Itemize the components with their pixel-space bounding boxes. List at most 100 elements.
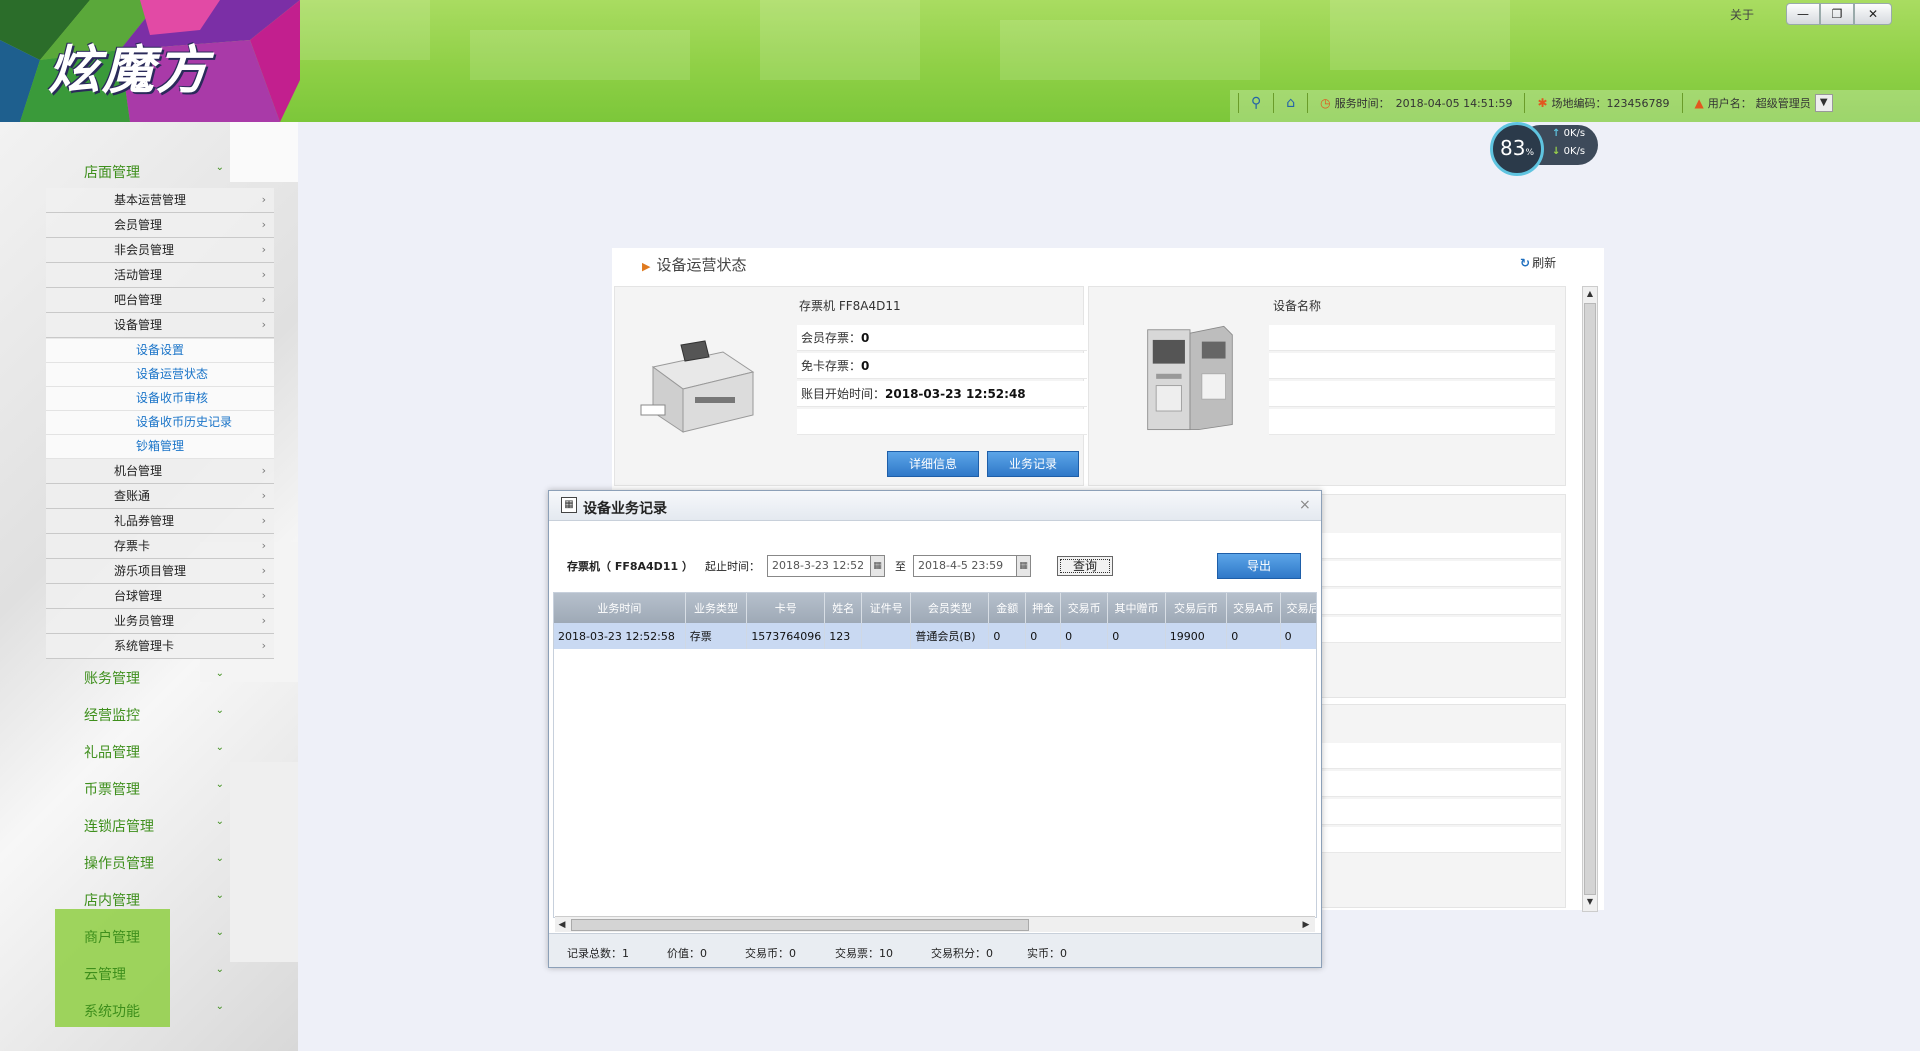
scroll-left-icon[interactable]: ◀	[555, 918, 569, 932]
menu-store-management[interactable]: 店面管理 ⌄	[84, 162, 224, 182]
scroll-up-icon[interactable]: ▲	[1584, 287, 1596, 301]
scroll-thumb[interactable]	[1584, 303, 1596, 895]
vertical-scrollbar[interactable]: ▲ ▼	[1582, 286, 1598, 912]
column-header[interactable]: 卡号	[746, 593, 826, 623]
caret-right-icon: ▶	[642, 260, 651, 273]
column-header[interactable]: 业务时间	[554, 593, 686, 623]
menu-in-store[interactable]: 店内管理 ⌄	[84, 890, 224, 910]
submenu-bar[interactable]: 吧台管理 ›	[46, 288, 274, 313]
service-time-label: 服务时间：	[1334, 97, 1390, 110]
minimize-button[interactable]: —	[1786, 3, 1820, 25]
column-header[interactable]: 会员类型	[910, 593, 990, 623]
submenu-non-member[interactable]: 非会员管理 ›	[46, 238, 274, 263]
column-header[interactable]: 交易A币	[1226, 593, 1281, 623]
clock-icon: ◷	[1320, 96, 1331, 110]
submenu-basic-operation[interactable]: 基本运营管理 ›	[46, 188, 274, 213]
column-header[interactable]: 证件号	[861, 593, 912, 623]
submenu-device-status[interactable]: 设备运营状态	[46, 363, 274, 387]
menu-label: 云管理	[84, 967, 126, 983]
submenu-ticket-card[interactable]: 存票卡 ›	[46, 534, 274, 559]
chevron-down-icon: ⌄	[215, 742, 224, 753]
column-header[interactable]: 交易后A	[1280, 593, 1316, 623]
about-link[interactable]: 关于	[1730, 6, 1754, 23]
detail-info-button[interactable]: 详细信息	[887, 451, 979, 477]
submenu-coin-history[interactable]: 设备收币历史记录	[46, 411, 274, 435]
table-cell: 0	[1107, 623, 1166, 649]
close-button[interactable]: ✕	[1854, 3, 1892, 25]
horizontal-scrollbar[interactable]: ◀ ▶	[555, 916, 1315, 932]
submenu-gift-voucher[interactable]: 礼品券管理 ›	[46, 509, 274, 534]
start-date-field[interactable]: 2018-3-23 12:52 ▦	[767, 555, 885, 577]
submenu-rides[interactable]: 游乐项目管理 ›	[46, 559, 274, 584]
chevron-down-icon: ⌄	[215, 162, 224, 173]
query-button[interactable]: 查询	[1057, 556, 1113, 576]
dialog-titlebar: ▦ 设备业务记录 ×	[549, 491, 1321, 521]
network-speed-widget[interactable]: 83% ↑ 0K/s ↓ 0K/s	[1490, 122, 1610, 176]
scroll-down-icon[interactable]: ▼	[1584, 895, 1596, 909]
submenu-audit[interactable]: 查账通 ›	[46, 484, 274, 509]
menu-coins-tickets[interactable]: 币票管理 ⌄	[84, 779, 224, 799]
scroll-thumb[interactable]	[571, 919, 1029, 931]
submenu-member[interactable]: 会员管理 ›	[46, 213, 274, 238]
menu-operators[interactable]: 操作员管理 ⌄	[84, 853, 224, 873]
chevron-right-icon: ›	[261, 464, 266, 477]
end-date-field[interactable]: 2018-4-5 23:59 ▦	[913, 555, 1031, 577]
pin-icon[interactable]: ⚲	[1251, 95, 1261, 111]
submenu-system-card[interactable]: 系统管理卡 ›	[46, 634, 274, 659]
calendar-icon[interactable]: ▦	[870, 556, 884, 576]
status-bar: ⚲ ⌂ ◷ 服务时间： 2018-04-05 14:51:59 ✱ 场地编码： …	[1226, 92, 1833, 114]
app-logo: 炫魔方	[0, 0, 300, 122]
column-header[interactable]: 姓名	[824, 593, 863, 623]
submenu-billiards[interactable]: 台球管理 ›	[46, 584, 274, 609]
menu-merchants[interactable]: 商户管理 ⌄	[84, 927, 224, 947]
table-row[interactable]: 2018-03-23 12:52:58 存票 1573764096 123 普通…	[554, 623, 1316, 649]
submenu-label: 设备管理	[114, 318, 163, 332]
column-header[interactable]: 其中赠币	[1107, 593, 1166, 623]
menu-gifts[interactable]: 礼品管理 ⌄	[84, 742, 224, 762]
device-card-ticket-machine: 存票机 FF8A4D11 会员存票：0 免卡存票：0 账目开始时间：2018-0…	[614, 286, 1087, 486]
divider	[1238, 93, 1239, 113]
menu-cloud[interactable]: 云管理 ⌄	[84, 964, 224, 984]
business-records-button[interactable]: 业务记录	[987, 451, 1079, 477]
calendar-icon[interactable]: ▦	[1016, 556, 1030, 576]
menu-accounts[interactable]: 账务管理 ⌄	[84, 668, 224, 688]
sidebar-decor	[230, 122, 298, 182]
chevron-right-icon: ›	[261, 243, 266, 256]
submenu-coin-review[interactable]: 设备收币审核	[46, 387, 274, 411]
header-decor	[1330, 0, 1510, 70]
submenu-cashbox[interactable]: 钞箱管理	[46, 435, 274, 459]
menu-label: 店内管理	[84, 893, 140, 909]
menu-monitoring[interactable]: 经营监控 ⌄	[84, 705, 224, 725]
submenu-label: 游乐项目管理	[114, 564, 187, 578]
submenu-label: 吧台管理	[114, 293, 163, 307]
column-header[interactable]: 业务类型	[685, 593, 748, 623]
empty-row	[1269, 353, 1555, 379]
menu-label: 连锁店管理	[84, 819, 154, 835]
column-header[interactable]: 交易后币	[1165, 593, 1228, 623]
submenu-salesperson[interactable]: 业务员管理 ›	[46, 609, 274, 634]
refresh-button[interactable]: ↻ 刷新	[1520, 254, 1556, 271]
restore-button[interactable]: ❐	[1820, 3, 1854, 25]
submenu-device-settings[interactable]: 设备设置	[46, 339, 274, 363]
chevron-down-icon: ⌄	[215, 890, 224, 901]
chevron-down-icon: ⌄	[215, 853, 224, 864]
menu-chain-stores[interactable]: 连锁店管理 ⌄	[84, 816, 224, 836]
table-cell: 0	[1226, 623, 1281, 649]
column-header[interactable]: 金额	[988, 593, 1027, 623]
column-header[interactable]: 押金	[1025, 593, 1062, 623]
sidebar: 店面管理 ⌄ 基本运营管理 › 会员管理 › 非会员管理 › 活动管理 › 吧台管理 › 设…	[0, 122, 298, 1051]
submenu-machine[interactable]: 机台管理 ›	[46, 459, 274, 484]
export-button[interactable]: 导出	[1217, 553, 1301, 579]
user-dropdown-icon[interactable]: ▼	[1814, 94, 1833, 112]
chevron-right-icon: ›	[261, 218, 266, 231]
home-icon[interactable]: ⌂	[1286, 95, 1295, 111]
chevron-right-icon: ›	[261, 539, 266, 552]
column-header[interactable]: 交易币	[1060, 593, 1109, 623]
submenu-activity[interactable]: 活动管理 ›	[46, 263, 274, 288]
dialog-close-icon[interactable]: ×	[1299, 497, 1311, 513]
menu-system-functions[interactable]: 系统功能 ⌄	[84, 1001, 224, 1021]
scroll-right-icon[interactable]: ▶	[1299, 918, 1313, 932]
chevron-down-icon: ⌄	[215, 779, 224, 790]
table-cell: 19900	[1165, 623, 1228, 649]
submenu-device[interactable]: 设备管理 ›	[46, 313, 274, 338]
